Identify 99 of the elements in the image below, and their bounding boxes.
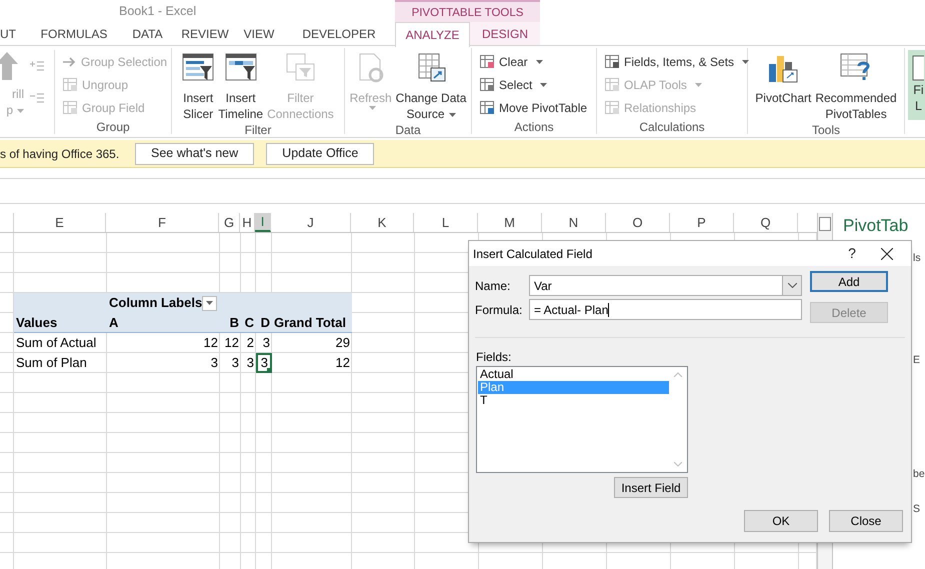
ribbon-tab[interactable]: REVIEW xyxy=(175,22,235,45)
table-cell: A xyxy=(107,313,220,333)
table-cell-text: 3 xyxy=(262,334,271,352)
pane-text: E xyxy=(913,352,922,368)
chevron-down-icon xyxy=(788,283,796,288)
fill-handle[interactable] xyxy=(267,368,272,373)
column-header[interactable]: K xyxy=(351,213,414,232)
list-icon xyxy=(910,54,924,82)
table-cell: Column Labels xyxy=(107,293,220,313)
ribbon-button[interactable]: PivotChart xyxy=(754,48,812,122)
ribbon-button[interactable]: Move PivotTable xyxy=(476,96,592,119)
ribbon-tab[interactable]: ANALYZE xyxy=(395,22,470,47)
table-cell-text: 3 xyxy=(230,354,240,372)
table-cell: B xyxy=(220,313,241,333)
chevron-up-icon xyxy=(674,372,682,377)
caret-icon xyxy=(206,301,214,305)
table-cell-text: 12 xyxy=(224,334,240,352)
column-header[interactable]: L xyxy=(414,213,478,232)
column-header[interactable]: F xyxy=(106,213,219,232)
ribbon-tab[interactable]: VIEW xyxy=(235,22,283,45)
close-icon[interactable] xyxy=(881,248,893,260)
table-cell: C xyxy=(241,313,256,333)
caret-icon xyxy=(742,60,750,64)
caret-icon xyxy=(694,82,702,86)
pane-text: S xyxy=(913,502,922,518)
dialog-title: Insert Calculated Field xyxy=(473,246,594,262)
table-cell: Values xyxy=(14,313,107,333)
ribbon-button[interactable]: Clear xyxy=(476,50,547,73)
ribbon-button[interactable]: Recommended PivotTables xyxy=(814,48,898,122)
context-tab-group: PIVOTTABLE TOOLS xyxy=(395,0,540,22)
pane-title: PivotTab xyxy=(843,215,910,237)
column-header[interactable]: J xyxy=(271,213,351,232)
insert-field-button[interactable]: Insert Field xyxy=(614,477,688,498)
ribbon-button[interactable]: Change Data Source xyxy=(394,48,468,122)
message-button[interactable]: See what's new xyxy=(135,142,254,164)
ribbon-button[interactable]: Fields, Items, & Sets xyxy=(601,50,754,73)
table-cell: 3 xyxy=(256,353,272,373)
column-header[interactable]: M xyxy=(478,213,542,232)
ribbon-tab[interactable]: DATA xyxy=(120,22,175,45)
ok-button[interactable]: OK xyxy=(744,510,818,532)
field-list-button[interactable]: Fi L xyxy=(908,50,925,120)
column-header[interactable]: E xyxy=(13,213,106,232)
close-button[interactable]: Close xyxy=(829,510,903,532)
caret-icon xyxy=(540,82,548,86)
ribbon-tab[interactable]: UT xyxy=(0,22,28,45)
name-label: Name: xyxy=(475,278,512,294)
filter-dropdown-button[interactable] xyxy=(202,296,217,310)
window-title: Book1 - Excel xyxy=(119,3,198,20)
arrow-icon xyxy=(63,56,77,66)
table-cell: D xyxy=(256,313,272,333)
caret-icon xyxy=(536,60,543,64)
fields-list[interactable]: Actual Plan T xyxy=(476,366,688,473)
table-cell-text: 12 xyxy=(202,334,219,352)
group-label: Calculations xyxy=(638,119,706,135)
table-cell-text: Sum of Plan xyxy=(15,354,88,372)
up-arrow-icon xyxy=(0,50,20,80)
ribbon-tab[interactable]: DEVELOPER xyxy=(283,22,395,45)
column-header[interactable]: G xyxy=(219,213,240,232)
table-cell: Grand Total xyxy=(272,313,352,333)
pane-text: ls xyxy=(913,251,922,266)
formula-field[interactable]: = Actual- Plan xyxy=(529,299,802,320)
caret-icon xyxy=(369,106,376,110)
chevron-down-icon xyxy=(674,462,682,467)
group-label: Data xyxy=(394,122,422,138)
ribbon-tab[interactable]: DESIGN xyxy=(470,22,540,45)
column-header[interactable]: P xyxy=(670,213,734,232)
formula-label: Formula: xyxy=(475,302,524,318)
column-header[interactable]: I xyxy=(255,213,271,232)
group-label: Tools xyxy=(810,122,841,138)
fields-label: Fields: xyxy=(476,349,512,366)
name-combobox[interactable]: Var xyxy=(529,275,802,296)
pane-text: be xyxy=(913,466,925,482)
ribbon-button[interactable]: Insert Slicer xyxy=(181,48,216,122)
add-button[interactable]: Add xyxy=(810,271,888,292)
table-cell-text: 29 xyxy=(334,334,351,352)
column-header[interactable]: Q xyxy=(734,213,798,232)
ribbon-button[interactable]: Select xyxy=(476,73,552,96)
list-item[interactable]: Actual xyxy=(478,368,669,381)
table-arrow-icon xyxy=(480,100,495,114)
group-label: Group xyxy=(95,119,131,135)
ribbon-button[interactable]: Insert Timeline xyxy=(217,48,264,122)
dropdown-button[interactable] xyxy=(782,276,801,295)
table-cell-text: 12 xyxy=(334,354,351,372)
message-button[interactable]: Update Office xyxy=(266,142,374,164)
group-label: Filter xyxy=(244,122,272,138)
message-text: s of having Office 365. xyxy=(0,146,120,162)
table-cell-text: 3 xyxy=(210,354,219,372)
list-item[interactable]: T xyxy=(478,394,669,407)
table-cell-text: Sum of Actual xyxy=(15,334,98,352)
scroll-up-button[interactable] xyxy=(819,217,831,231)
table-cell-text: 2 xyxy=(246,334,255,352)
caret-icon xyxy=(448,112,456,117)
ribbon-tab[interactable]: FORMULAS xyxy=(28,22,120,45)
column-header[interactable]: O xyxy=(606,213,670,232)
table-cell-text: 3 xyxy=(246,354,255,372)
group-label: Actions xyxy=(513,119,555,135)
help-button[interactable]: ? xyxy=(837,243,867,264)
caret-icon xyxy=(17,108,24,113)
column-header[interactable]: N xyxy=(542,213,606,232)
